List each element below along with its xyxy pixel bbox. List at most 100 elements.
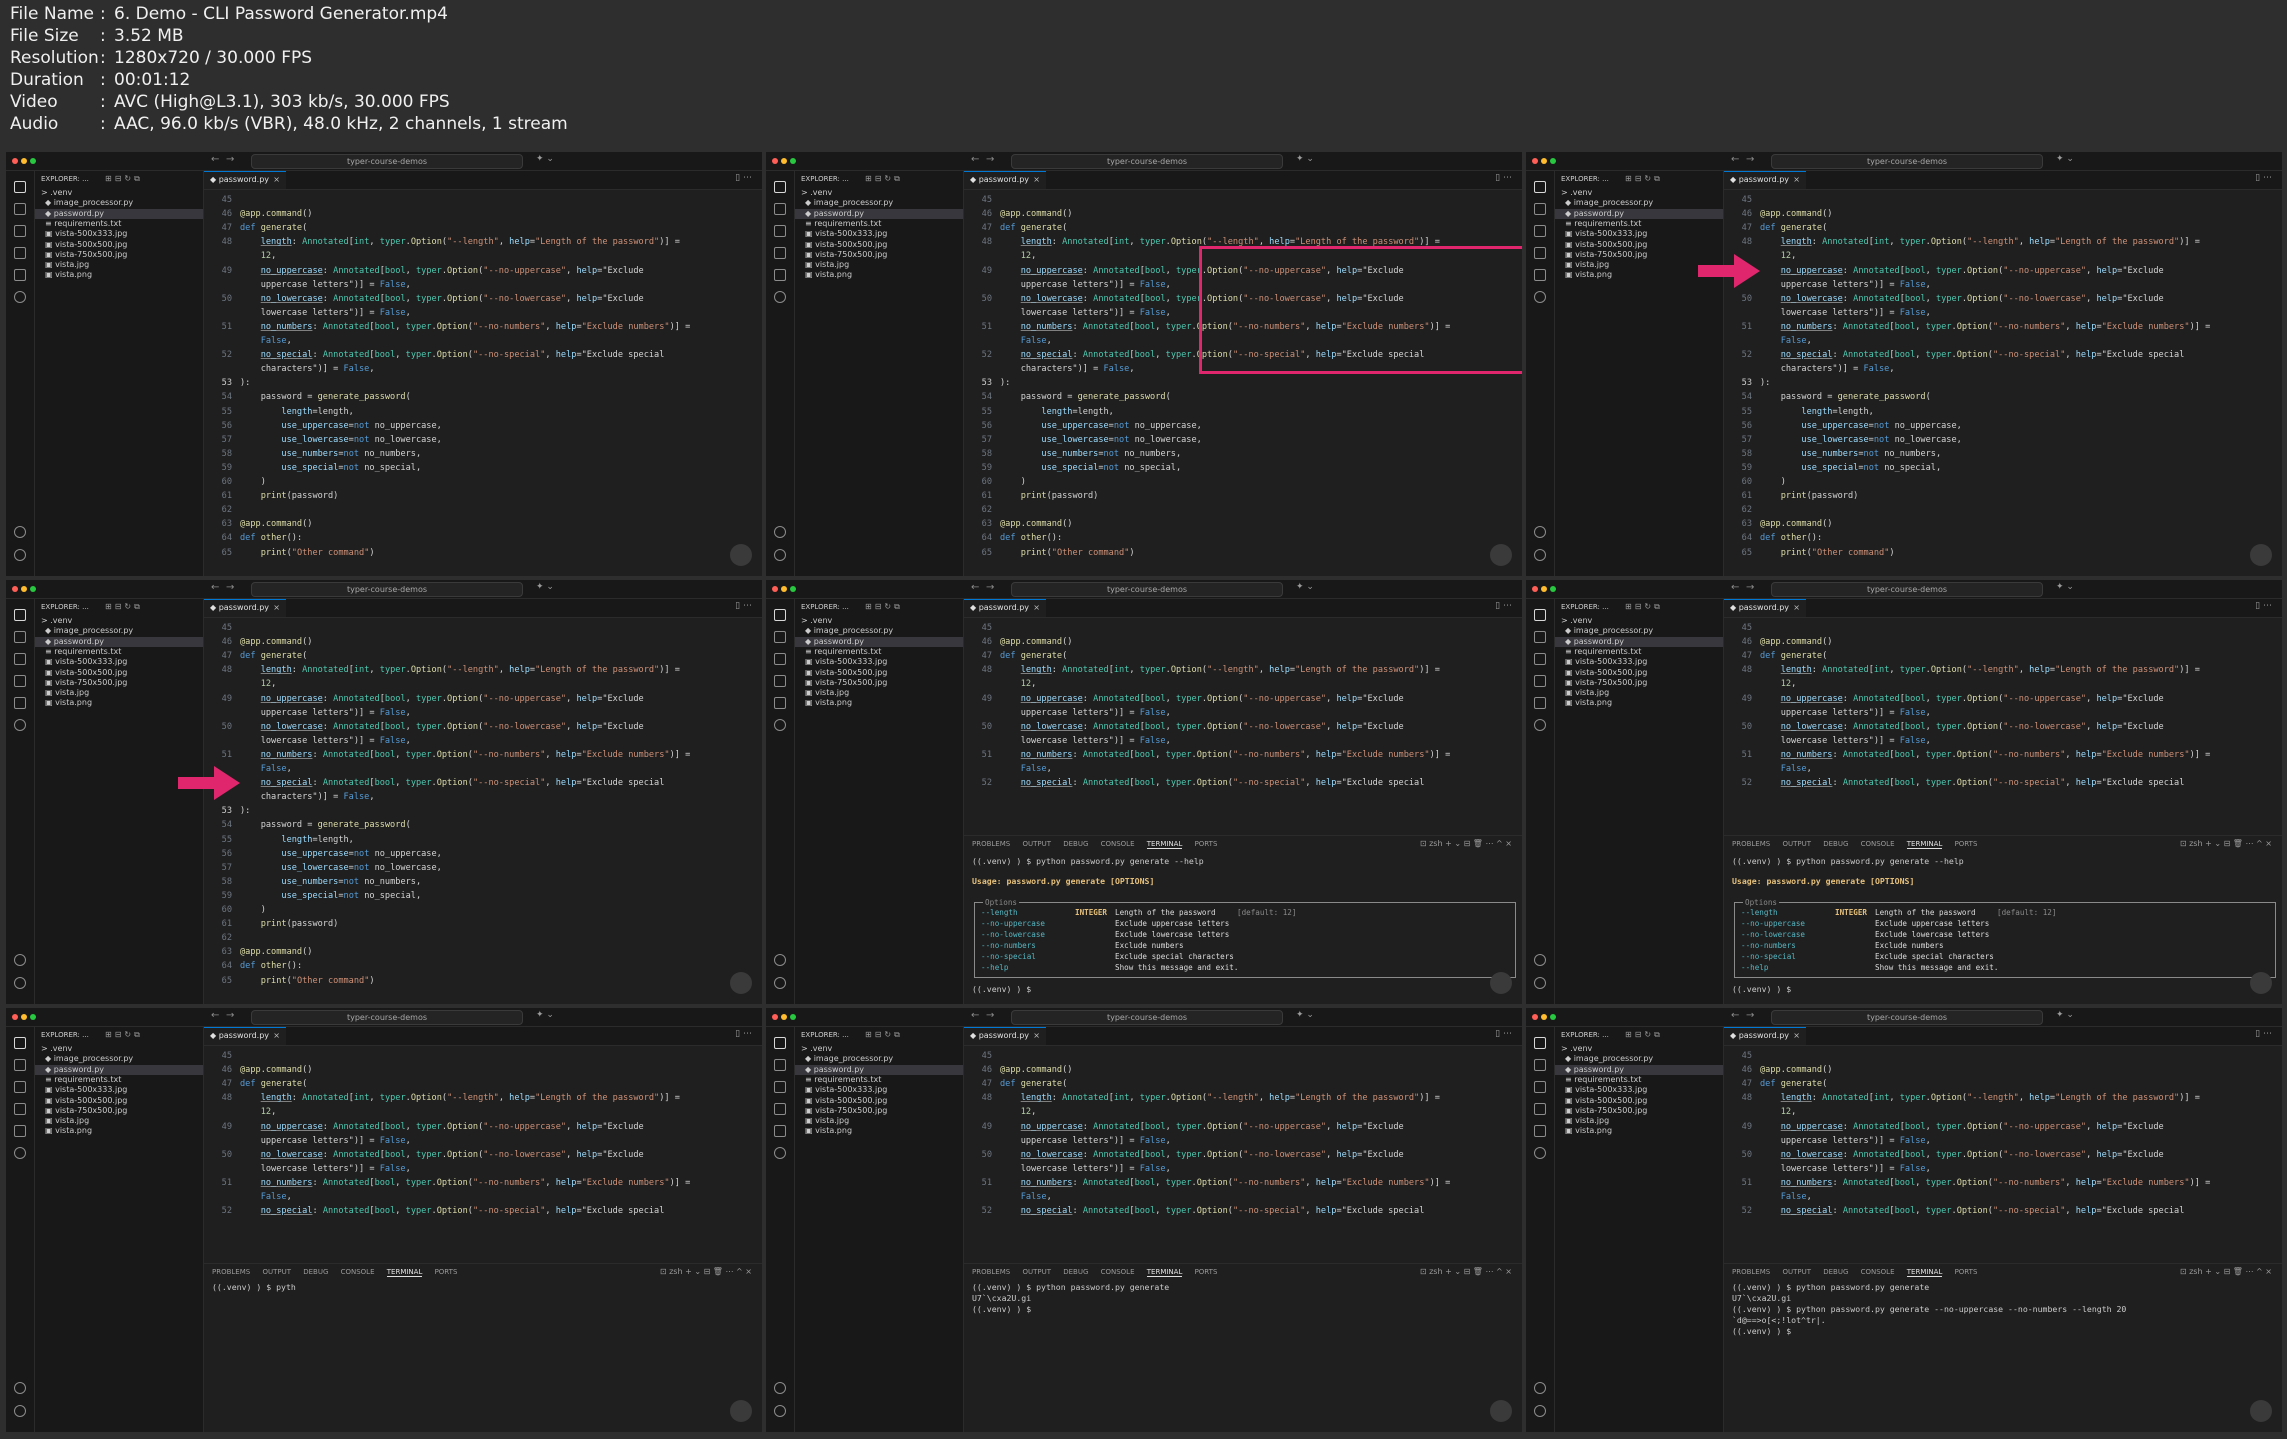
- file-tree-item[interactable]: ◆ password.py: [35, 208, 203, 219]
- remote-icon[interactable]: [14, 291, 26, 303]
- panel-tab-ports[interactable]: PORTS: [1955, 840, 1978, 848]
- terminal-toolbar[interactable]: ⊡ zsh + ⌄ ⊟ 🗑 ⋯ ^ ×: [2180, 839, 2272, 848]
- minimize-dot[interactable]: [781, 586, 787, 592]
- source-control-icon[interactable]: [774, 1081, 786, 1093]
- file-tree-item[interactable]: ▣ vista.jpg: [35, 260, 203, 270]
- file-tree-item[interactable]: ▣ vista-500x333.jpg: [35, 229, 203, 239]
- file-tree-item[interactable]: ▣ vista-500x500.jpg: [1555, 1096, 1723, 1106]
- tab-close-icon[interactable]: ×: [1033, 1028, 1040, 1044]
- explorer-icon[interactable]: [14, 609, 26, 621]
- terminal-panel[interactable]: PROBLEMS OUTPUT DEBUG CONSOLE TERMINAL P…: [1724, 1263, 2282, 1432]
- close-dot[interactable]: [772, 158, 778, 164]
- explorer-toolbar-icons[interactable]: ⊞⊟↻⧉: [105, 174, 143, 184]
- explorer-icon[interactable]: [1534, 609, 1546, 621]
- file-tree-item[interactable]: ◆ image_processor.py: [1555, 1054, 1723, 1064]
- file-tree-item[interactable]: ≡ requirements.txt: [35, 1075, 203, 1085]
- extensions-icon[interactable]: [14, 697, 26, 709]
- copilot-icon[interactable]: ✦ ⌄: [536, 582, 554, 592]
- copilot-icon[interactable]: ✦ ⌄: [2056, 154, 2074, 164]
- explorer-toolbar-icons[interactable]: ⊞⊟↻⧉: [865, 602, 903, 612]
- file-tree-item[interactable]: ▣ vista-500x333.jpg: [35, 1085, 203, 1095]
- extensions-icon[interactable]: [1534, 1125, 1546, 1137]
- settings-gear-icon[interactable]: [1534, 1405, 1546, 1417]
- panel-tab-problems[interactable]: PROBLEMS: [972, 840, 1010, 848]
- panel-tab-ports[interactable]: PORTS: [1195, 1268, 1218, 1276]
- file-tree-item[interactable]: > .venv: [1555, 1044, 1723, 1054]
- close-dot[interactable]: [1532, 1014, 1538, 1020]
- extensions-icon[interactable]: [774, 697, 786, 709]
- source-control-icon[interactable]: [14, 1081, 26, 1093]
- terminal-panel[interactable]: PROBLEMS OUTPUT DEBUG CONSOLE TERMINAL P…: [204, 1263, 762, 1432]
- split-editor-icon[interactable]: ▯ ⋯: [1495, 601, 1512, 611]
- file-tree-item[interactable]: ≡ requirements.txt: [1555, 1075, 1723, 1085]
- file-tree-item[interactable]: ◆ image_processor.py: [35, 198, 203, 208]
- file-tree-item[interactable]: ▣ vista.jpg: [795, 260, 963, 270]
- file-tree-item[interactable]: ▣ vista.png: [1555, 698, 1723, 708]
- file-tree-item[interactable]: ▣ vista-750x500.jpg: [795, 1106, 963, 1116]
- file-tree-item[interactable]: ◆ password.py: [795, 1064, 963, 1075]
- file-tree-item[interactable]: ◆ password.py: [1555, 1064, 1723, 1075]
- maximize-dot[interactable]: [1550, 1014, 1556, 1020]
- settings-gear-icon[interactable]: [774, 549, 786, 561]
- panel-tab-output[interactable]: OUTPUT: [1782, 840, 1811, 848]
- maximize-dot[interactable]: [790, 1014, 796, 1020]
- maximize-dot[interactable]: [1550, 158, 1556, 164]
- back-arrow-icon[interactable]: ←: [971, 1010, 979, 1021]
- command-center-search[interactable]: typer-course-demos: [251, 154, 523, 169]
- panel-tab-terminal[interactable]: TERMINAL: [1906, 840, 1943, 849]
- file-tree-item[interactable]: > .venv: [35, 616, 203, 626]
- tab-password-py[interactable]: ◆ password.py ×: [204, 1027, 286, 1045]
- forward-arrow-icon[interactable]: →: [986, 1010, 994, 1021]
- minimize-dot[interactable]: [1541, 586, 1547, 592]
- extensions-icon[interactable]: [774, 269, 786, 281]
- split-editor-icon[interactable]: ▯ ⋯: [2255, 1029, 2272, 1039]
- account-icon[interactable]: [14, 526, 26, 538]
- tab-close-icon[interactable]: ×: [1793, 600, 1800, 616]
- terminal-toolbar[interactable]: ⊡ zsh + ⌄ ⊟ 🗑 ⋯ ^ ×: [1420, 839, 1512, 848]
- source-control-icon[interactable]: [14, 653, 26, 665]
- search-icon[interactable]: [774, 1059, 786, 1071]
- account-icon[interactable]: [774, 1382, 786, 1394]
- run-debug-icon[interactable]: [774, 247, 786, 259]
- file-tree-item[interactable]: ▣ vista-750x500.jpg: [1555, 1106, 1723, 1116]
- panel-tab-debug-console[interactable]: DEBUG CONSOLE: [1823, 1268, 1894, 1276]
- copilot-icon[interactable]: ✦ ⌄: [1296, 582, 1314, 592]
- file-tree-item[interactable]: ▣ vista-500x333.jpg: [1555, 229, 1723, 239]
- close-dot[interactable]: [1532, 158, 1538, 164]
- close-dot[interactable]: [772, 1014, 778, 1020]
- file-tree-item[interactable]: ◆ password.py: [795, 208, 963, 219]
- explorer-toolbar-icons[interactable]: ⊞⊟↻⧉: [1625, 174, 1663, 184]
- close-dot[interactable]: [12, 586, 18, 592]
- file-tree-item[interactable]: ▣ vista-500x500.jpg: [35, 668, 203, 678]
- file-tree-item[interactable]: > .venv: [1555, 188, 1723, 198]
- file-tree-item[interactable]: ▣ vista-500x333.jpg: [795, 1085, 963, 1095]
- tab-close-icon[interactable]: ×: [273, 172, 280, 188]
- command-center-search[interactable]: typer-course-demos: [1771, 154, 2043, 169]
- file-tree-item[interactable]: ▣ vista-500x333.jpg: [1555, 657, 1723, 667]
- file-tree-item[interactable]: ▣ vista-500x500.jpg: [795, 240, 963, 250]
- file-tree-item[interactable]: ▣ vista-500x500.jpg: [795, 668, 963, 678]
- explorer-toolbar-icons[interactable]: ⊞⊟↻⧉: [1625, 602, 1663, 612]
- panel-tab-terminal[interactable]: TERMINAL: [386, 1268, 423, 1277]
- tab-password-py[interactable]: ◆ password.py ×: [964, 171, 1046, 189]
- extensions-icon[interactable]: [774, 1125, 786, 1137]
- tab-close-icon[interactable]: ×: [273, 600, 280, 616]
- settings-gear-icon[interactable]: [14, 977, 26, 989]
- file-tree-item[interactable]: ▣ vista-500x500.jpg: [795, 1096, 963, 1106]
- panel-tab-terminal[interactable]: TERMINAL: [1146, 1268, 1183, 1277]
- panel-tab-terminal[interactable]: TERMINAL: [1146, 840, 1183, 849]
- back-arrow-icon[interactable]: ←: [211, 1010, 219, 1021]
- close-dot[interactable]: [772, 586, 778, 592]
- explorer-toolbar-icons[interactable]: ⊞⊟↻⧉: [865, 174, 903, 184]
- settings-gear-icon[interactable]: [1534, 549, 1546, 561]
- copilot-chat-button[interactable]: [730, 544, 752, 566]
- maximize-dot[interactable]: [30, 586, 36, 592]
- copilot-icon[interactable]: ✦ ⌄: [536, 1010, 554, 1020]
- panel-tab-ports[interactable]: PORTS: [435, 1268, 458, 1276]
- explorer-icon[interactable]: [774, 609, 786, 621]
- minimize-dot[interactable]: [21, 1014, 27, 1020]
- copilot-chat-button[interactable]: [1490, 1400, 1512, 1422]
- run-debug-icon[interactable]: [14, 247, 26, 259]
- file-tree-item[interactable]: ≡ requirements.txt: [795, 1075, 963, 1085]
- file-tree-item[interactable]: ▣ vista.png: [35, 270, 203, 280]
